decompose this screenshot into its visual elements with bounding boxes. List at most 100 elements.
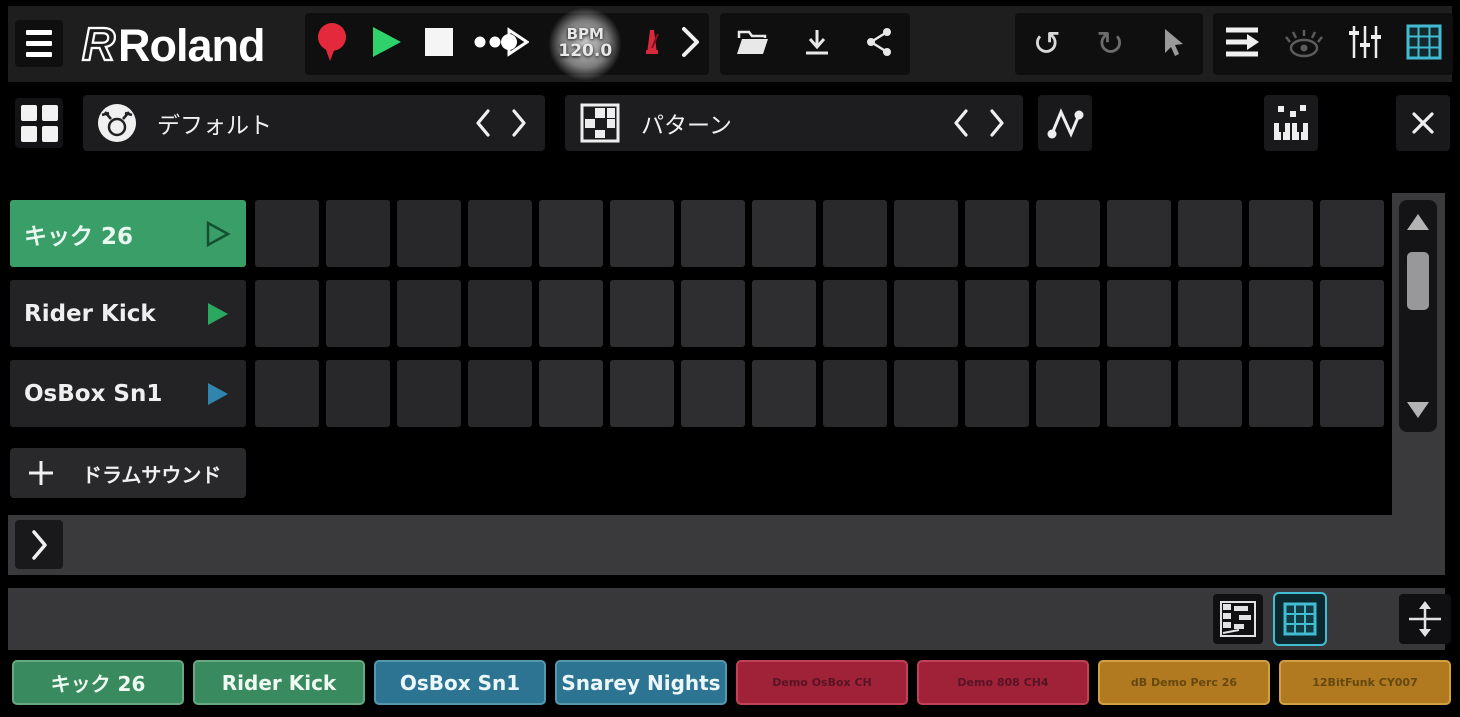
- step-cell[interactable]: [326, 200, 390, 267]
- step-cell[interactable]: [681, 280, 745, 347]
- step-cell[interactable]: [752, 360, 816, 427]
- share-button[interactable]: [864, 27, 894, 61]
- step-cell[interactable]: [894, 360, 958, 427]
- step-cell[interactable]: [965, 280, 1029, 347]
- expand-panel-button[interactable]: [15, 520, 63, 569]
- transport-next-button[interactable]: [680, 26, 700, 62]
- pointer-tool-button[interactable]: [1160, 27, 1186, 61]
- step-cell[interactable]: [610, 200, 674, 267]
- redo-button[interactable]: ↻: [1096, 27, 1125, 61]
- jump-to-end-button[interactable]: [1224, 26, 1260, 62]
- step-cell[interactable]: [1178, 360, 1242, 427]
- play-button[interactable]: [368, 24, 404, 64]
- pattern-next-button[interactable]: [979, 103, 1015, 143]
- step-cell[interactable]: [1249, 200, 1313, 267]
- step-cell[interactable]: [1320, 360, 1384, 427]
- step-cell[interactable]: [823, 360, 887, 427]
- bpm-display[interactable]: BPM 120.0: [547, 27, 623, 61]
- open-project-button[interactable]: [736, 28, 770, 60]
- step-cell[interactable]: [894, 280, 958, 347]
- track-preview-play-icon[interactable]: [202, 379, 232, 409]
- pianoroll-view-button[interactable]: [1213, 594, 1263, 644]
- undo-button[interactable]: ↺: [1033, 27, 1062, 61]
- step-cell[interactable]: [1320, 200, 1384, 267]
- step-cell[interactable]: [1107, 360, 1171, 427]
- pad-riderkick[interactable]: Rider Kick: [193, 660, 365, 705]
- step-cell[interactable]: [397, 280, 461, 347]
- step-cell[interactable]: [468, 360, 532, 427]
- step-cell[interactable]: [1107, 200, 1171, 267]
- track-preview-play-icon[interactable]: [202, 219, 232, 249]
- grid-view-button[interactable]: [1406, 24, 1442, 64]
- export-button[interactable]: [802, 28, 832, 60]
- layout-grid-icon: [21, 105, 58, 142]
- step-cell[interactable]: [468, 200, 532, 267]
- step-cell[interactable]: [397, 200, 461, 267]
- step-cell[interactable]: [326, 360, 390, 427]
- step-cell[interactable]: [681, 200, 745, 267]
- step-cell[interactable]: [539, 280, 603, 347]
- step-cell[interactable]: [539, 200, 603, 267]
- grid-view-toggle-active[interactable]: [1273, 592, 1327, 646]
- add-drum-sound-button[interactable]: ドラムサウンド: [10, 448, 246, 498]
- step-cell[interactable]: [255, 280, 319, 347]
- step-cell[interactable]: [823, 280, 887, 347]
- track-row-osboxsn1[interactable]: OsBox Sn1: [10, 360, 246, 427]
- pad-demo-osbox[interactable]: Demo OsBox CH: [736, 660, 908, 705]
- vertical-scrollbar[interactable]: [1399, 200, 1437, 432]
- pad-snareynights[interactable]: Snarey Nights: [555, 660, 727, 705]
- step-cell[interactable]: [752, 200, 816, 267]
- step-cell[interactable]: [1036, 200, 1100, 267]
- pad-demo-808[interactable]: Demo 808 CH4: [917, 660, 1089, 705]
- step-cell[interactable]: [1036, 360, 1100, 427]
- mixer-button[interactable]: [1347, 24, 1383, 64]
- metronome-button[interactable]: [642, 28, 662, 60]
- step-cell[interactable]: [468, 280, 532, 347]
- step-cell[interactable]: [1249, 280, 1313, 347]
- layout-grid-button[interactable]: [15, 98, 63, 148]
- step-cell[interactable]: [255, 360, 319, 427]
- step-cell[interactable]: [1107, 280, 1171, 347]
- step-play-button[interactable]: [473, 24, 529, 64]
- step-cell[interactable]: [1036, 280, 1100, 347]
- step-cell[interactable]: [965, 200, 1029, 267]
- step-cell[interactable]: [539, 360, 603, 427]
- menu-button[interactable]: [15, 20, 63, 67]
- step-cell[interactable]: [326, 280, 390, 347]
- track-preview-play-icon[interactable]: [202, 299, 232, 329]
- step-cell[interactable]: [1249, 360, 1313, 427]
- scroll-up-arrow[interactable]: [1407, 214, 1429, 230]
- automation-button[interactable]: [1038, 95, 1092, 151]
- pattern-selector[interactable]: パターン: [565, 95, 1023, 151]
- stop-button[interactable]: [423, 26, 455, 62]
- step-cell[interactable]: [965, 360, 1029, 427]
- step-cell[interactable]: [823, 200, 887, 267]
- step-cell[interactable]: [752, 280, 816, 347]
- kit-prev-button[interactable]: [465, 103, 501, 143]
- visibility-button[interactable]: [1283, 26, 1325, 62]
- step-cell[interactable]: [397, 360, 461, 427]
- pattern-prev-button[interactable]: [943, 103, 979, 143]
- scrollbar-thumb[interactable]: [1407, 252, 1429, 310]
- pad-kick26[interactable]: キック 26: [12, 660, 184, 705]
- kit-next-button[interactable]: [501, 103, 537, 143]
- panel-resize-handle[interactable]: [1399, 594, 1451, 644]
- scroll-down-arrow[interactable]: [1407, 402, 1429, 418]
- kit-selector[interactable]: デフォルト: [83, 95, 545, 151]
- pad-demo-perc[interactable]: dB Demo Perc 26: [1098, 660, 1270, 705]
- record-button[interactable]: [314, 21, 350, 67]
- track-row-kick26[interactable]: キック 26: [10, 200, 246, 267]
- step-cell[interactable]: [894, 200, 958, 267]
- step-cell[interactable]: [1178, 200, 1242, 267]
- step-cell[interactable]: [255, 200, 319, 267]
- step-cell[interactable]: [610, 280, 674, 347]
- keyboard-view-button[interactable]: [1264, 95, 1318, 151]
- track-row-riderkick[interactable]: Rider Kick: [10, 280, 246, 347]
- step-cell[interactable]: [1178, 280, 1242, 347]
- step-cell[interactable]: [610, 360, 674, 427]
- pad-osboxsn1[interactable]: OsBox Sn1: [374, 660, 546, 705]
- pad-12bitfunk[interactable]: 12BitFunk CY007: [1279, 660, 1451, 705]
- close-button[interactable]: [1396, 95, 1450, 151]
- step-cell[interactable]: [1320, 280, 1384, 347]
- step-cell[interactable]: [681, 360, 745, 427]
